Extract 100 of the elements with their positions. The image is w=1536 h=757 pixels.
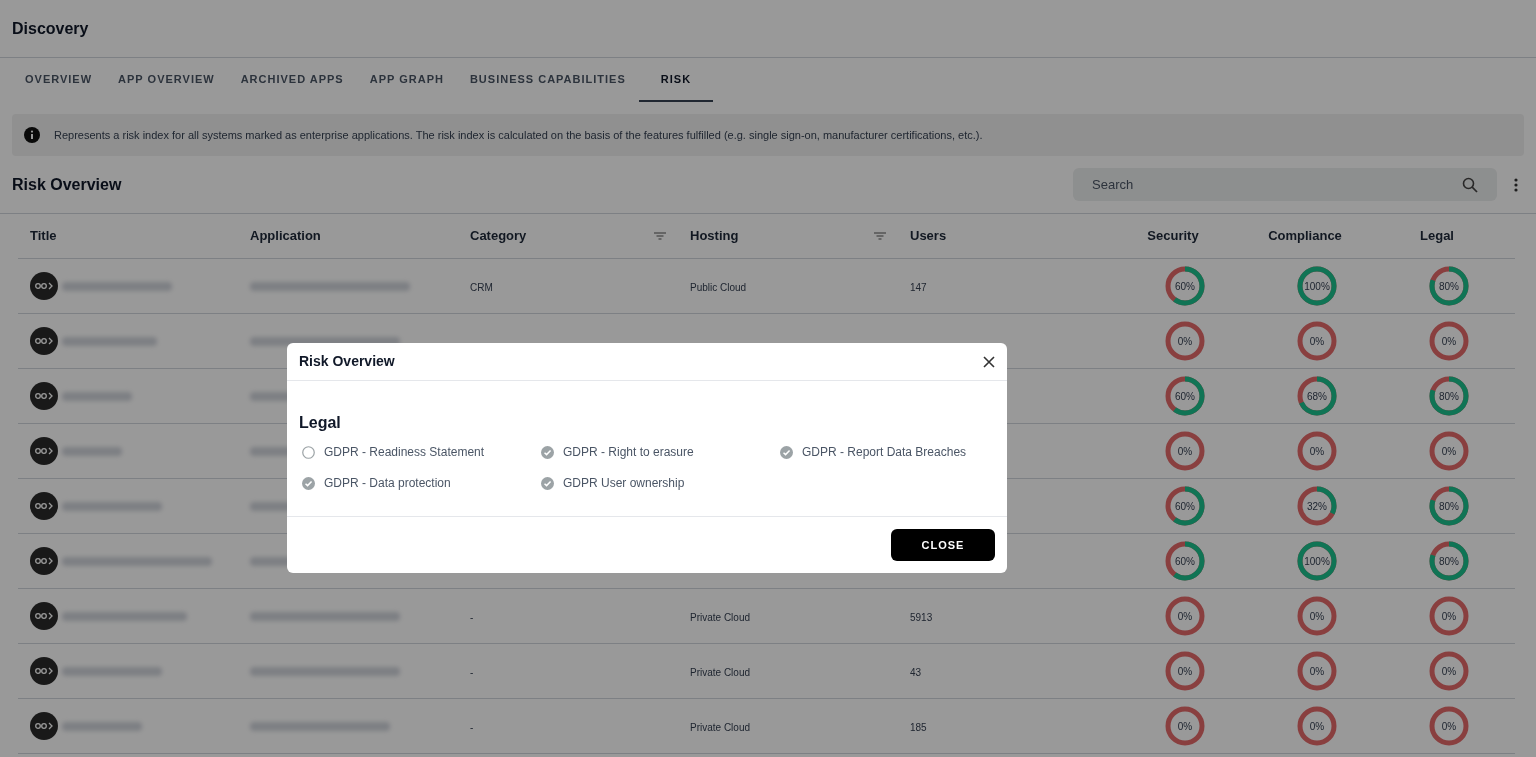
score-value: 0% bbox=[1177, 334, 1193, 349]
score-value: 80% bbox=[1439, 279, 1459, 294]
app-logo-icon bbox=[30, 327, 58, 355]
score-donut bbox=[1296, 705, 1338, 747]
app-logo-icon bbox=[30, 712, 58, 740]
score-value: 32% bbox=[1307, 499, 1327, 514]
info-icon bbox=[24, 127, 40, 143]
score-donut bbox=[1428, 485, 1470, 527]
score-donut bbox=[1296, 595, 1338, 637]
score-value: 0% bbox=[1309, 334, 1325, 349]
score-donut bbox=[1296, 485, 1338, 527]
app-logo-icon bbox=[30, 657, 58, 685]
close-icon[interactable] bbox=[983, 355, 995, 368]
score-donut bbox=[1428, 540, 1470, 582]
requirement-label: GDPR User ownership bbox=[563, 475, 685, 492]
score-donut bbox=[1428, 650, 1470, 692]
score-donut bbox=[1164, 595, 1206, 637]
dialog-title: Risk Overview bbox=[299, 352, 395, 371]
column-header: Hosting bbox=[690, 227, 739, 246]
section-title: Risk Overview bbox=[12, 174, 123, 195]
table-cell: 43 bbox=[910, 667, 922, 678]
more-options-icon[interactable] bbox=[1514, 177, 1518, 192]
score-value: 0% bbox=[1309, 444, 1325, 459]
tab[interactable]: APP GRAPH bbox=[356, 58, 457, 102]
tab[interactable]: APP OVERVIEW bbox=[105, 58, 228, 102]
score-donut bbox=[1428, 595, 1470, 637]
column-header: Category bbox=[470, 227, 527, 246]
score-donut bbox=[1428, 430, 1470, 472]
score-value: 0% bbox=[1177, 719, 1193, 734]
score-donut bbox=[1164, 375, 1206, 417]
score-donut bbox=[1164, 705, 1206, 747]
column-header: Legal bbox=[1420, 227, 1454, 246]
score-donut bbox=[1164, 485, 1206, 527]
requirement-label: GDPR - Data protection bbox=[324, 475, 451, 492]
score-donut bbox=[1164, 430, 1206, 472]
search-input[interactable]: Search bbox=[1092, 174, 1392, 195]
score-value: 0% bbox=[1309, 609, 1325, 624]
column-header: Security bbox=[1147, 227, 1199, 246]
score-value: 0% bbox=[1309, 664, 1325, 679]
score-value: 0% bbox=[1177, 609, 1193, 624]
search-icon[interactable] bbox=[1462, 176, 1478, 193]
score-donut bbox=[1296, 540, 1338, 582]
score-value: 60% bbox=[1175, 389, 1195, 404]
app-logo-icon bbox=[30, 272, 58, 300]
table-cell: - bbox=[470, 722, 474, 733]
app-logo-icon bbox=[30, 547, 58, 575]
blurred-title bbox=[62, 391, 132, 401]
score-donut bbox=[1428, 320, 1470, 362]
table-cell: Private Cloud bbox=[690, 667, 751, 678]
score-donut bbox=[1428, 705, 1470, 747]
score-donut bbox=[1296, 265, 1338, 307]
table-cell: - bbox=[470, 667, 474, 678]
score-value: 0% bbox=[1441, 719, 1457, 734]
column-header: Compliance bbox=[1268, 227, 1342, 246]
tab[interactable]: BUSINESS CAPABILITIES bbox=[456, 58, 639, 102]
score-value: 0% bbox=[1177, 444, 1193, 459]
score-donut bbox=[1164, 265, 1206, 307]
table-cell: - bbox=[470, 612, 474, 623]
score-value: 0% bbox=[1441, 334, 1457, 349]
score-donut bbox=[1296, 375, 1338, 417]
score-donut bbox=[1428, 375, 1470, 417]
table-cell: 5913 bbox=[910, 612, 933, 623]
search-field[interactable]: Search bbox=[1073, 168, 1497, 201]
score-donut bbox=[1164, 650, 1206, 692]
score-value: 0% bbox=[1309, 719, 1325, 734]
tab[interactable]: OVERVIEW bbox=[12, 58, 106, 102]
table-cell: CRM bbox=[470, 282, 493, 293]
app-logo-icon bbox=[30, 437, 58, 465]
info-text: Represents a risk index for all systems marked as enterprise applications. The risk index is calculated on the basis of the features fulfilled (e.g. single sign-on, manufacturer certifications, etc.). bbox=[54, 127, 983, 143]
section-heading: Legal bbox=[299, 413, 342, 433]
score-value: 0% bbox=[1441, 444, 1457, 459]
score-value: 60% bbox=[1175, 499, 1195, 514]
page-title: Discovery bbox=[12, 18, 89, 39]
app-logo-icon bbox=[30, 382, 58, 410]
score-value: 0% bbox=[1177, 664, 1193, 679]
score-value: 0% bbox=[1441, 664, 1457, 679]
tab[interactable]: ARCHIVED APPS bbox=[227, 58, 357, 102]
column-header: Users bbox=[910, 227, 947, 246]
close-button[interactable]: CLOSE bbox=[891, 529, 995, 561]
score-donut bbox=[1164, 320, 1206, 362]
requirement-label: GDPR - Right to erasure bbox=[563, 444, 694, 461]
tab[interactable]: RISK bbox=[638, 58, 714, 102]
score-donut bbox=[1296, 430, 1338, 472]
score-value: 80% bbox=[1439, 389, 1459, 404]
score-value: 68% bbox=[1307, 389, 1327, 404]
score-donut bbox=[1164, 540, 1206, 582]
score-value: 80% bbox=[1439, 554, 1459, 569]
table-cell: Public Cloud bbox=[690, 282, 747, 293]
score-donut bbox=[1428, 265, 1470, 307]
table-cell: Private Cloud bbox=[690, 722, 751, 733]
score-value: 100% bbox=[1304, 554, 1330, 569]
score-value: 0% bbox=[1441, 609, 1457, 624]
table-cell: 147 bbox=[910, 282, 927, 293]
requirement-label: GDPR - Report Data Breaches bbox=[802, 444, 967, 461]
score-donut bbox=[1296, 650, 1338, 692]
score-value: 100% bbox=[1304, 279, 1330, 294]
app-logo-icon bbox=[30, 602, 58, 630]
blurred-title bbox=[62, 446, 122, 456]
table-cell: 185 bbox=[910, 722, 927, 733]
score-value: 80% bbox=[1439, 499, 1459, 514]
